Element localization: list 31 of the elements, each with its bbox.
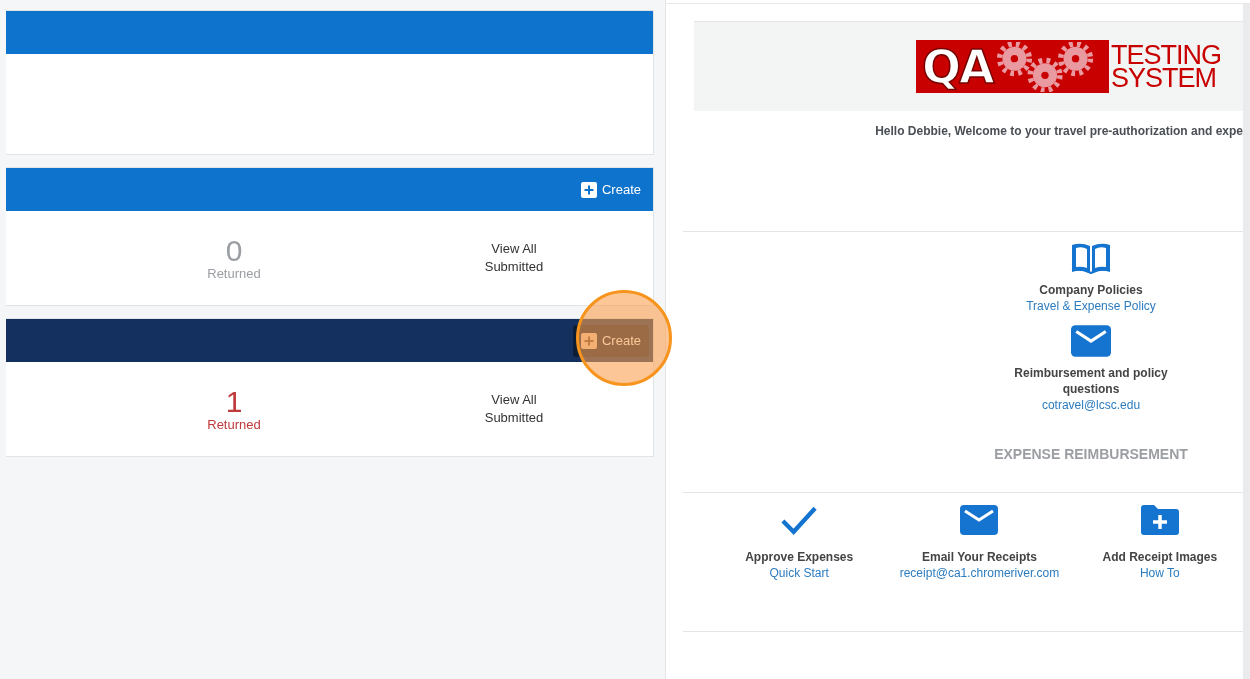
action-title: Approve Expenses <box>745 549 854 565</box>
logo-text: QA <box>922 43 993 90</box>
count-number: 1 <box>225 386 243 417</box>
create-button[interactable]: Create <box>572 173 649 206</box>
checkmark-icon <box>780 505 819 535</box>
create-button[interactable]: Create <box>572 324 649 357</box>
envelope-icon <box>1071 325 1111 357</box>
contact-title: Reimbursement and policy questions <box>1014 365 1168 397</box>
contact-title: Company Policies <box>1039 282 1143 298</box>
welcome-text: Hello Debbie, Welcome to your travel pre-authorization and expe <box>874 124 1244 138</box>
count-label: Returned <box>207 265 261 281</box>
view-all-link[interactable]: View All Submitted <box>374 240 654 276</box>
view-all-link[interactable]: View All Submitted <box>374 391 654 427</box>
plus-icon <box>580 181 597 198</box>
folder-plus-icon <box>1140 505 1179 535</box>
book-icon <box>1071 242 1111 274</box>
action-link[interactable]: How To <box>1139 565 1180 581</box>
scrollbar[interactable] <box>1243 4 1250 679</box>
contact-link[interactable]: cotravel@lcsc.edu <box>1041 397 1141 414</box>
envelope-icon <box>960 505 999 535</box>
action-link[interactable]: Quick Start <box>769 565 829 581</box>
count-label: Returned <box>207 416 261 432</box>
plus-icon <box>580 332 597 349</box>
logo-text: SYSTEM <box>1111 66 1217 90</box>
action-link[interactable]: receipt@ca1.chromeriver.com <box>899 565 1060 581</box>
contact-link[interactable]: Travel & Expense Policy <box>1026 298 1156 315</box>
action-title: Add Receipt Images <box>1102 549 1218 565</box>
section-heading: EXPENSE REIMBURSEMENT <box>993 446 1189 462</box>
action-title: Email Your Receipts <box>922 549 1037 565</box>
logo-text: TESTING <box>1111 43 1221 67</box>
count-number: 0 <box>225 235 243 266</box>
